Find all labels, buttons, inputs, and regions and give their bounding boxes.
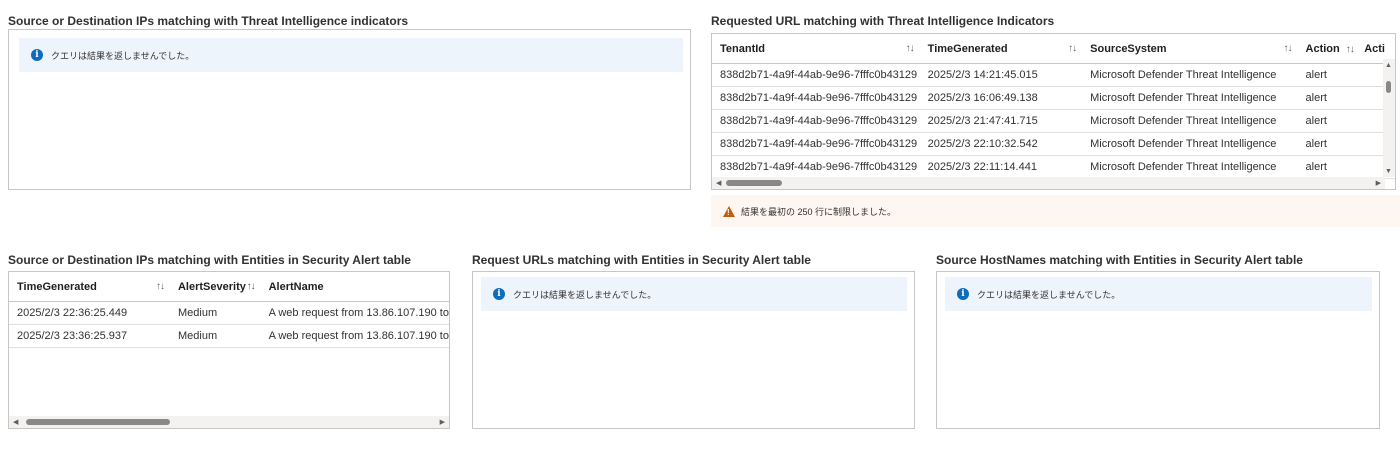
column-header-tenantid[interactable]: TenantId ↑↓: [712, 34, 920, 64]
panel-title-url-alert: Request URLs matching with Entities in S…: [472, 253, 811, 267]
vertical-scroll-thumb[interactable]: [1386, 81, 1391, 93]
scroll-right-icon[interactable]: ▶: [1376, 179, 1381, 187]
cell-sourcesystem: Microsoft Defender Threat Intelligence: [1082, 109, 1298, 133]
table-row[interactable]: 838d2b71-4a9f-44ab-9e96-7fffc0b43129 202…: [712, 109, 1395, 133]
cell-timegenerated: 2025/2/3 21:47:41.715: [919, 109, 1083, 133]
column-header-alertname[interactable]: AlertName: [260, 272, 449, 302]
panel-url-alert: i クエリは結果を返しませんでした。: [472, 271, 915, 429]
horizontal-scrollbar[interactable]: ◀ ▶: [712, 177, 1385, 189]
sort-arrows-icon[interactable]: ↑↓: [1346, 44, 1355, 55]
horizontal-scroll-thumb[interactable]: [26, 419, 170, 425]
scroll-left-icon[interactable]: ◀: [716, 179, 721, 187]
panel-title-ip-alert: Source or Destination IPs matching with …: [8, 253, 411, 267]
cell-sourcesystem: Microsoft Defender Threat Intelligence: [1082, 63, 1298, 87]
info-circle-icon: i: [493, 288, 505, 300]
no-results-banner: i クエリは結果を返しませんでした。: [945, 277, 1372, 311]
cell-timegenerated: 2025/2/3 23:36:25.937: [9, 324, 170, 348]
sort-arrows-icon[interactable]: ↑↓: [247, 281, 256, 292]
no-results-message: クエリは結果を返しませんでした。: [51, 50, 195, 61]
sort-arrows-icon[interactable]: ↑↓: [156, 281, 165, 292]
result-limit-warning: ! 結果を最初の 250 行に制限しました。: [711, 195, 1400, 227]
warning-message: 結果を最初の 250 行に制限しました。: [741, 206, 897, 217]
cell-alertseverity: Medium: [169, 301, 261, 325]
column-header-sourcesystem[interactable]: SourceSystem ↑↓: [1082, 34, 1298, 64]
scroll-down-icon[interactable]: ▼: [1385, 168, 1392, 175]
panel-title-url-ti: Requested URL matching with Threat Intel…: [711, 14, 1055, 28]
cell-sourcesystem: Microsoft Defender Threat Intelligence: [1082, 155, 1298, 179]
cell-tenantid: 838d2b71-4a9f-44ab-9e96-7fffc0b43129: [712, 155, 920, 179]
panel-ip-ti: i クエリは結果を返しませんでした。: [8, 29, 691, 190]
cell-tenantid: 838d2b71-4a9f-44ab-9e96-7fffc0b43129: [712, 132, 920, 156]
table-row[interactable]: 838d2b71-4a9f-44ab-9e96-7fffc0b43129 202…: [712, 86, 1395, 110]
cell-action: alert: [1297, 63, 1357, 87]
info-circle-icon: i: [31, 49, 43, 61]
cell-tenantid: 838d2b71-4a9f-44ab-9e96-7fffc0b43129: [712, 63, 920, 87]
sort-arrows-icon[interactable]: ↑↓: [906, 43, 915, 54]
no-results-banner: i クエリは結果を返しませんでした。: [19, 38, 683, 72]
column-header-timegenerated[interactable]: TimeGenerated ↑↓: [919, 34, 1083, 64]
sort-arrows-icon[interactable]: ↑↓: [1068, 43, 1077, 54]
scroll-left-icon[interactable]: ◀: [13, 418, 18, 426]
table-header-row: TenantId ↑↓ TimeGenerated ↑↓ SourceSystem ↑…: [712, 34, 1395, 64]
cell-alertname: A web request from 13.86.107.190 to: [260, 324, 449, 348]
column-header-alertseverity[interactable]: AlertSeverity ↑↓: [169, 272, 261, 302]
cell-action: alert: [1297, 109, 1357, 133]
panel-ip-alert: TimeGenerated ↑↓ AlertSeverity ↑↓ AlertNam…: [8, 271, 450, 429]
cell-sourcesystem: Microsoft Defender Threat Intelligence: [1082, 86, 1298, 110]
table-row[interactable]: 2025/2/3 23:36:25.937 Medium A web reque…: [9, 324, 449, 348]
table-row[interactable]: 838d2b71-4a9f-44ab-9e96-7fffc0b43129 202…: [712, 155, 1395, 179]
no-results-message: クエリは結果を返しませんでした。: [513, 289, 657, 300]
table-header-row: TimeGenerated ↑↓ AlertSeverity ↑↓ AlertNam…: [9, 272, 449, 302]
cell-alertseverity: Medium: [169, 324, 261, 348]
panel-title-ip-ti: Source or Destination IPs matching with …: [8, 14, 409, 28]
cell-action: alert: [1297, 86, 1357, 110]
table-row[interactable]: 838d2b71-4a9f-44ab-9e96-7fffc0b43129 202…: [712, 132, 1395, 156]
cell-tenantid: 838d2b71-4a9f-44ab-9e96-7fffc0b43129: [712, 86, 920, 110]
panel-url-ti: TenantId ↑↓ TimeGenerated ↑↓ SourceSystem ↑…: [711, 33, 1396, 190]
cell-sourcesystem: Microsoft Defender Threat Intelligence: [1082, 132, 1298, 156]
cell-timegenerated: 2025/2/3 22:36:25.449: [9, 301, 170, 325]
horizontal-scroll-thumb[interactable]: [726, 180, 782, 186]
column-header-action[interactable]: Action ↑↓: [1297, 34, 1357, 64]
vertical-scrollbar[interactable]: ▲ ▼: [1383, 59, 1395, 177]
scroll-up-icon[interactable]: ▲: [1385, 62, 1392, 69]
scroll-right-icon[interactable]: ▶: [440, 418, 445, 426]
cell-timegenerated: 2025/2/3 14:21:45.015: [919, 63, 1083, 87]
ip-alert-table: TimeGenerated ↑↓ AlertSeverity ↑↓ AlertNam…: [9, 272, 449, 348]
cell-timegenerated: 2025/2/3 22:10:32.542: [919, 132, 1083, 156]
warning-triangle-icon: !: [723, 205, 735, 217]
panel-title-host-alert: Source HostNames matching with Entities …: [936, 253, 1303, 267]
cell-timegenerated: 2025/2/3 22:11:14.441: [919, 155, 1083, 179]
no-results-banner: i クエリは結果を返しませんでした。: [481, 277, 907, 311]
cell-action: alert: [1297, 155, 1357, 179]
table-row[interactable]: 2025/2/3 22:36:25.449 Medium A web reque…: [9, 301, 449, 325]
url-ti-table: TenantId ↑↓ TimeGenerated ↑↓ SourceSystem ↑…: [712, 34, 1395, 189]
table-row[interactable]: 838d2b71-4a9f-44ab-9e96-7fffc0b43129 202…: [712, 63, 1395, 87]
column-header-timegenerated[interactable]: TimeGenerated ↑↓: [9, 272, 170, 302]
panel-host-alert: i クエリは結果を返しませんでした。: [936, 271, 1380, 429]
cell-alertname: A web request from 13.86.107.190 to: [260, 301, 449, 325]
sort-arrows-icon[interactable]: ↑↓: [1284, 43, 1293, 54]
info-circle-icon: i: [957, 288, 969, 300]
cell-timegenerated: 2025/2/3 16:06:49.138: [919, 86, 1083, 110]
cell-tenantid: 838d2b71-4a9f-44ab-9e96-7fffc0b43129: [712, 109, 920, 133]
cell-action: alert: [1297, 132, 1357, 156]
no-results-message: クエリは結果を返しませんでした。: [977, 289, 1121, 300]
horizontal-scrollbar[interactable]: ◀ ▶: [9, 416, 449, 428]
